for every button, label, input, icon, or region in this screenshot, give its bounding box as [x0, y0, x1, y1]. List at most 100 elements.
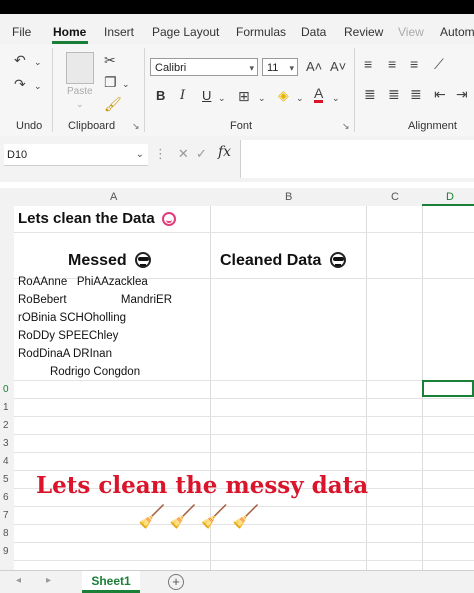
borders-dropdown-icon[interactable]: ⌄ [258, 90, 266, 106]
font-color-icon[interactable]: A [314, 86, 324, 103]
tab-data[interactable]: Data [301, 25, 326, 39]
format-painter-icon[interactable]: 🖌 [104, 96, 122, 112]
cell-messed-name[interactable]: RodDinaA DRInan [18, 348, 112, 360]
redo-dropdown-icon[interactable]: ⌄ [34, 78, 42, 94]
row-header[interactable]: 0 [3, 384, 9, 395]
undo-group-label: Undo [16, 120, 43, 132]
chevron-down-icon: ▾ [249, 63, 254, 73]
cell-messed-name[interactable]: Rodrigo Congdon [18, 366, 140, 378]
align-right-icon[interactable]: ≣ [410, 86, 422, 102]
sheet-tab-sheet1[interactable]: Sheet1 [82, 571, 140, 593]
formula-actions: ⋮ ✕ ✓ [154, 146, 207, 162]
column-header-d[interactable]: D [446, 191, 454, 203]
font-name-select[interactable]: Calibri ▾ [150, 58, 258, 76]
column-header-c[interactable]: C [391, 191, 399, 203]
cell-messed-name[interactable]: rOBinia SCHOholling [18, 312, 126, 324]
cancel-icon[interactable]: ✕ [178, 146, 189, 161]
paste-dropdown-icon[interactable]: ⌄ [76, 96, 84, 112]
increase-indent-icon[interactable]: ⇥ [456, 86, 468, 102]
grid-line [14, 416, 474, 417]
row-header[interactable]: 7 [3, 510, 9, 521]
copy-icon[interactable]: ❐ [104, 74, 117, 90]
group-divider [354, 48, 355, 132]
cell-cleaned-header[interactable]: Cleaned Data [220, 252, 346, 270]
borders-icon[interactable]: ⊞ [238, 88, 250, 104]
formula-bar: D10 ⌄ ⋮ ✕ ✓ fx [0, 136, 474, 182]
shrink-font-button[interactable]: A˅ [330, 59, 346, 75]
overlay-caption: Lets clean the messy data [36, 472, 369, 499]
tab-automate[interactable]: Autom [440, 25, 474, 39]
tab-view[interactable]: View [398, 25, 424, 39]
cell-messed-name[interactable]: RoAAnne PhiAAzacklea [18, 276, 148, 288]
row-header[interactable]: 2 [3, 420, 9, 431]
paste-icon[interactable] [66, 52, 94, 84]
sheet-tab-bar: ◂ ▸ Sheet1 + [0, 570, 474, 593]
copy-dropdown-icon[interactable]: ⌄ [122, 76, 130, 92]
grid-line [14, 452, 474, 453]
row-header[interactable]: 1 [3, 402, 9, 413]
font-launcher-icon[interactable]: ↘ [342, 121, 350, 132]
align-bottom-icon[interactable]: ≡ [410, 56, 418, 72]
clipboard-launcher-icon[interactable]: ↘ [132, 121, 140, 132]
name-box[interactable]: D10 ⌄ [4, 144, 148, 166]
align-top-icon[interactable]: ≡ [364, 56, 372, 72]
group-divider [52, 48, 53, 132]
undo-icon[interactable]: ↶ [14, 52, 26, 68]
cleaned-header-text: Cleaned Data [220, 252, 322, 269]
underline-dropdown-icon[interactable]: ⌄ [218, 90, 226, 106]
formula-input[interactable] [240, 140, 474, 178]
row-header[interactable]: 8 [3, 528, 9, 539]
font-color-dropdown-icon[interactable]: ⌄ [332, 90, 340, 106]
font-name-value: Calibri [155, 62, 187, 74]
italic-button[interactable]: I [180, 88, 185, 103]
undo-dropdown-icon[interactable]: ⌄ [34, 54, 42, 70]
fill-color-dropdown-icon[interactable]: ⌄ [296, 90, 304, 106]
column-headers: A B C D [0, 188, 474, 207]
column-header-b[interactable]: B [285, 191, 292, 203]
smile-emoji-icon [161, 212, 176, 226]
row-headers: 0 1 2 3 4 5 6 7 8 9 [0, 206, 15, 570]
fill-color-icon[interactable]: ◈ [278, 87, 289, 103]
cell-title[interactable]: Lets clean the Data [18, 210, 176, 227]
grid-line [14, 398, 474, 399]
grid-line [366, 206, 367, 570]
ribbon-tabs: File Home Insert Page Layout Formulas Da… [0, 14, 474, 44]
row-header[interactable]: 6 [3, 492, 9, 503]
ribbon: ↶ ⌄ ↷ ⌄ Undo Paste ⌄ ✂ ❐ ⌄ 🖌 Clipboard ↘… [0, 44, 474, 137]
tab-review[interactable]: Review [344, 25, 383, 39]
cell-messed-header[interactable]: Messed [68, 252, 152, 270]
grow-font-button[interactable]: A˄ [306, 59, 322, 75]
scroll-left-icon[interactable]: ◂ [16, 575, 21, 586]
orientation-icon[interactable]: ⟋ [434, 56, 444, 72]
cell-messed-name[interactable]: RoBebert MandriER [18, 294, 172, 306]
tab-file[interactable]: File [12, 25, 31, 39]
column-header-a[interactable]: A [110, 191, 117, 203]
add-sheet-button[interactable]: + [168, 574, 184, 590]
grid-line [14, 470, 474, 471]
align-middle-icon[interactable]: ≡ [388, 56, 396, 72]
grid-line [14, 434, 474, 435]
cell-messed-name[interactable]: RoDDy SPEEChley [18, 330, 118, 342]
clipboard-group-label: Clipboard [68, 120, 116, 132]
tab-page-layout[interactable]: Page Layout [152, 25, 219, 39]
underline-button[interactable]: U [202, 88, 211, 103]
bold-button[interactable]: B [156, 88, 165, 103]
redo-icon[interactable]: ↷ [14, 76, 26, 92]
decrease-indent-icon[interactable]: ⇤ [434, 86, 446, 102]
align-center-icon[interactable]: ≣ [388, 86, 400, 102]
font-size-select[interactable]: 11 ▾ [262, 58, 298, 76]
cut-icon[interactable]: ✂ [104, 52, 116, 68]
row-header[interactable]: 3 [3, 438, 9, 449]
scroll-right-icon[interactable]: ▸ [46, 575, 51, 586]
insert-function-button[interactable]: fx [218, 144, 231, 160]
chevron-down-icon: ▾ [289, 63, 294, 73]
row-header[interactable]: 9 [3, 546, 9, 557]
align-left-icon[interactable]: ≣ [364, 86, 376, 102]
tab-insert[interactable]: Insert [104, 25, 134, 39]
row-header[interactable]: 5 [3, 474, 9, 485]
selected-cell-d10[interactable] [422, 380, 474, 397]
enter-icon[interactable]: ✓ [196, 146, 207, 161]
tab-formulas[interactable]: Formulas [236, 25, 286, 39]
tab-home[interactable]: Home [53, 25, 86, 39]
row-header[interactable]: 4 [3, 456, 9, 467]
